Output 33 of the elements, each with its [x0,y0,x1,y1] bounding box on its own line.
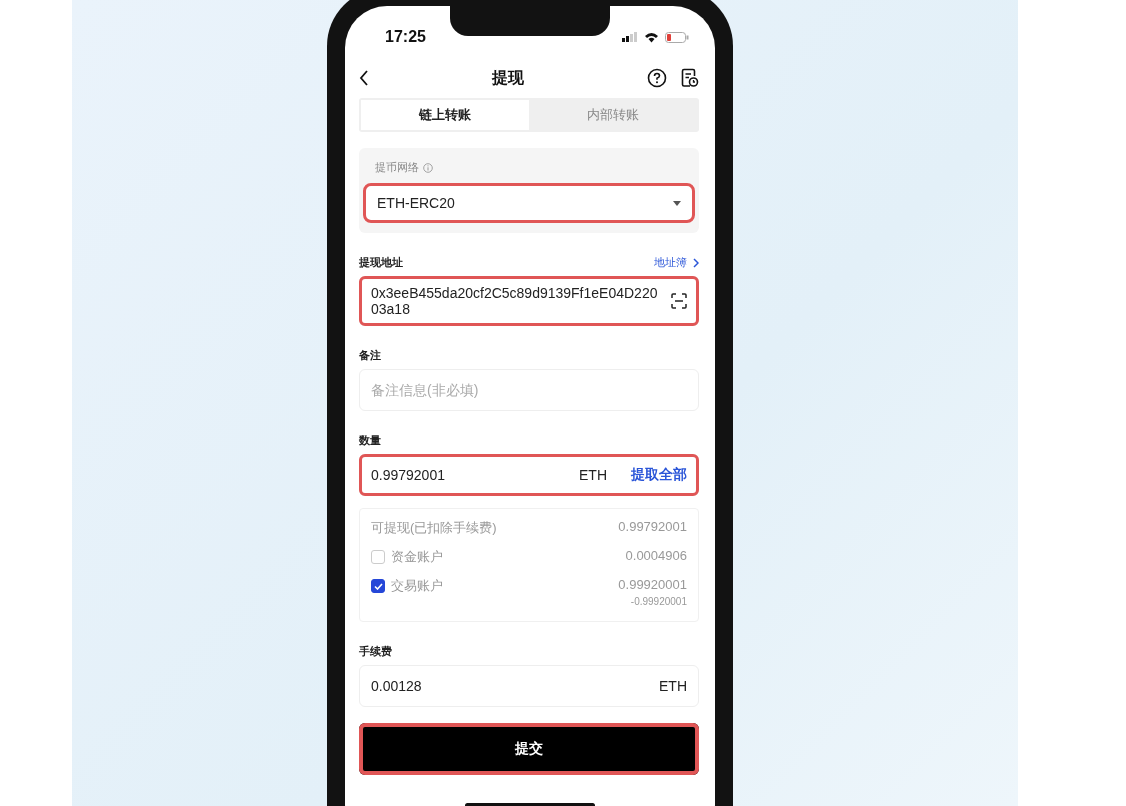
field-label: 提币网络 [375,160,419,175]
page-title: 提现 [490,67,525,88]
address-field[interactable]: 0x3eeB455da20cf2C5c89d9139Ff1eE04D22003a18 [359,276,699,326]
account-label: 资金账户 [391,548,443,566]
chevron-icon [693,257,699,268]
signal-icon [622,32,638,42]
withdraw-all-button[interactable]: 提取全部 [631,466,687,484]
tab[interactable]: 链上转账 [361,100,529,130]
available-label: 可提现(已扣除手续费) [371,519,497,537]
submit-button[interactable]: 提交 [359,723,699,775]
balance-value: 0.99792001 [618,519,687,534]
record-icon[interactable] [681,68,699,88]
field-label: 数量 [359,433,381,448]
battery-icon [665,31,689,43]
wifi-icon [644,31,659,43]
remark-field[interactable]: 备注信息(非必填) [359,369,699,411]
field-label: 备注 [359,348,381,363]
field-label: 手续费 [359,644,392,659]
network-select[interactable]: ETH-ERC20 [363,183,695,223]
amount-field[interactable]: 0.99792001 ETH 提取全部 [359,454,699,496]
field-label: 提现地址 [359,255,403,270]
scan-icon[interactable] [671,293,687,309]
deduction-value: -0.99920001 [630,596,687,607]
back-icon[interactable] [359,70,369,86]
fee-field: 0.00128 ETH [359,665,699,707]
address-book-link[interactable]: 地址簿 [654,255,699,270]
help-icon[interactable] [647,68,667,88]
caret-icon [673,200,681,206]
account-label: 交易账户 [391,577,443,595]
checkbox[interactable] [371,579,385,593]
status-time: 17:25 [385,28,426,46]
balance-value: 0.0004906 [625,548,687,563]
balance-value: 0.99920001 [618,577,687,592]
